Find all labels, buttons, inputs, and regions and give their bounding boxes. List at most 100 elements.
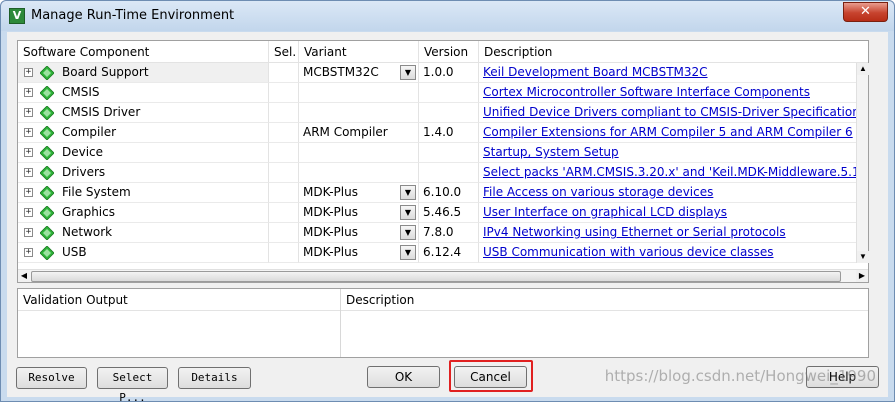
component-description-link[interactable]: Unified Device Drivers compliant to CMSI…	[483, 105, 856, 119]
variant-dropdown-arrow-icon[interactable]: ▼	[400, 205, 416, 220]
component-name: Board Support	[62, 65, 149, 79]
component-sel-cell[interactable]	[269, 103, 299, 123]
component-name: USB	[62, 245, 87, 259]
variant-dropdown-arrow-icon[interactable]: ▼	[400, 65, 416, 80]
table-row[interactable]: + Compiler ARM Compiler 1.4.0 Compiler Exten…	[18, 123, 856, 143]
component-variant-cell[interactable]: MCBSTM32C ▼	[299, 63, 419, 83]
component-variant-cell	[299, 143, 419, 163]
column-header-version[interactable]: Version	[419, 41, 479, 63]
component-description-link[interactable]: User Interface on graphical LCD displays	[483, 205, 727, 219]
expand-icon[interactable]: +	[24, 108, 33, 117]
expand-icon[interactable]: +	[24, 248, 33, 257]
variant-dropdown-arrow-icon[interactable]: ▼	[400, 185, 416, 200]
component-description-link[interactable]: USB Communication with various device cl…	[483, 245, 774, 259]
column-header-sel[interactable]: Sel.	[269, 41, 299, 63]
component-sel-cell[interactable]	[269, 83, 299, 103]
column-header-validation-output[interactable]: Validation Output	[18, 289, 340, 311]
expand-icon[interactable]: +	[24, 88, 33, 97]
component-sel-cell[interactable]	[269, 183, 299, 203]
component-version	[419, 103, 479, 123]
component-description-link[interactable]: Select packs 'ARM.CMSIS.3.20.x' and 'Kei…	[483, 165, 856, 179]
component-sel-cell[interactable]	[269, 163, 299, 183]
ok-button[interactable]: OK	[367, 366, 440, 388]
component-name-cell[interactable]: + USB	[18, 243, 269, 263]
component-sel-cell[interactable]	[269, 243, 299, 263]
component-description-cell: File Access on various storage devices	[479, 183, 856, 203]
expand-icon[interactable]: +	[24, 68, 33, 77]
table-row[interactable]: + File System MDK-Plus ▼ 6.10.0 File Access o…	[18, 183, 856, 203]
component-description-link[interactable]: Startup, System Setup	[483, 145, 619, 159]
component-name: CMSIS	[62, 85, 100, 99]
expand-icon[interactable]: +	[24, 128, 33, 137]
component-name-cell[interactable]: + Board Support	[18, 63, 269, 83]
variant-dropdown-arrow-icon[interactable]: ▼	[400, 225, 416, 240]
component-description-link[interactable]: Compiler Extensions for ARM Compiler 5 a…	[483, 125, 853, 139]
expand-icon[interactable]: +	[24, 208, 33, 217]
component-icon	[40, 206, 54, 220]
scroll-down-arrow-icon[interactable]: ▼	[857, 251, 869, 263]
component-horizontal-scrollbar[interactable]: ◀ ▶	[18, 269, 868, 282]
table-row[interactable]: + CMSIS Cortex Microcontroller Software In…	[18, 83, 856, 103]
close-window-button[interactable]: ✕	[843, 2, 888, 22]
component-sel-cell[interactable]	[269, 143, 299, 163]
component-version	[419, 83, 479, 103]
component-table-header: Software Component Sel. Variant Version …	[18, 41, 868, 63]
keil-app-icon: V	[9, 8, 25, 24]
component-variant-cell[interactable]: MDK-Plus ▼	[299, 203, 419, 223]
component-icon	[40, 146, 54, 160]
table-row[interactable]: + CMSIS Driver Unified Device Drivers comp…	[18, 103, 856, 123]
component-name-cell[interactable]: + Graphics	[18, 203, 269, 223]
expand-icon[interactable]: +	[24, 168, 33, 177]
horizontal-scroll-thumb[interactable]	[31, 271, 841, 282]
expand-icon[interactable]: +	[24, 228, 33, 237]
details-button[interactable]: Details	[178, 367, 251, 389]
component-version: 6.12.4	[419, 243, 479, 263]
component-sel-cell[interactable]	[269, 123, 299, 143]
expand-icon[interactable]: +	[24, 188, 33, 197]
scroll-left-arrow-icon[interactable]: ◀	[18, 270, 30, 282]
component-sel-cell[interactable]	[269, 223, 299, 243]
component-name-cell[interactable]: + Drivers	[18, 163, 269, 183]
component-variant-cell[interactable]: MDK-Plus ▼	[299, 183, 419, 203]
column-header-software-component[interactable]: Software Component	[18, 41, 269, 63]
component-version: 1.4.0	[419, 123, 479, 143]
component-name-cell[interactable]: + Compiler	[18, 123, 269, 143]
variant-dropdown-arrow-icon[interactable]: ▼	[400, 245, 416, 260]
table-row[interactable]: + Board Support MCBSTM32C ▼ 1.0.0 Keil Develo…	[18, 63, 856, 83]
component-vertical-scrollbar[interactable]: ▲ ▼	[856, 63, 869, 263]
component-icon	[40, 86, 54, 100]
column-header-variant[interactable]: Variant	[299, 41, 419, 63]
column-header-validation-description[interactable]: Description	[341, 289, 868, 311]
component-name-cell[interactable]: + CMSIS Driver	[18, 103, 269, 123]
component-version: 5.46.5	[419, 203, 479, 223]
validation-header: Validation Output Description	[18, 289, 868, 311]
component-description-link[interactable]: File Access on various storage devices	[483, 185, 713, 199]
component-name-cell[interactable]: + Network	[18, 223, 269, 243]
table-row[interactable]: + USB MDK-Plus ▼ 6.12.4 USB Communication wit…	[18, 243, 856, 263]
table-row[interactable]: + Graphics MDK-Plus ▼ 5.46.5 User Interface o…	[18, 203, 856, 223]
component-description-cell: IPv4 Networking using Ethernet or Serial…	[479, 223, 856, 243]
component-variant-cell[interactable]: MDK-Plus ▼	[299, 223, 419, 243]
table-row[interactable]: + Device Startup, System Setup	[18, 143, 856, 163]
title-bar[interactable]: V Manage Run-Time Environment ✕	[1, 1, 894, 31]
component-description-link[interactable]: Cortex Microcontroller Software Interfac…	[483, 85, 810, 99]
component-sel-cell[interactable]	[269, 203, 299, 223]
expand-icon[interactable]: +	[24, 148, 33, 157]
scroll-up-arrow-icon[interactable]: ▲	[857, 63, 869, 75]
table-row[interactable]: + Drivers Select packs 'ARM.CMSIS.3.20.x' …	[18, 163, 856, 183]
component-variant-cell[interactable]: MDK-Plus ▼	[299, 243, 419, 263]
component-sel-cell[interactable]	[269, 63, 299, 83]
component-name-cell[interactable]: + File System	[18, 183, 269, 203]
validation-output-panel: Validation Output Description	[17, 288, 869, 358]
component-description-cell: Keil Development Board MCBSTM32C	[479, 63, 856, 83]
column-header-description[interactable]: Description	[479, 41, 868, 63]
component-description-link[interactable]: IPv4 Networking using Ethernet or Serial…	[483, 225, 786, 239]
table-row[interactable]: + Network MDK-Plus ▼ 7.8.0 IPv4 Networking us…	[18, 223, 856, 243]
component-description-link[interactable]: Keil Development Board MCBSTM32C	[483, 65, 708, 79]
component-name-cell[interactable]: + CMSIS	[18, 83, 269, 103]
select-packs-button[interactable]: Select P...	[97, 367, 168, 404]
scroll-right-arrow-icon[interactable]: ▶	[856, 270, 868, 282]
component-variant: MDK-Plus	[303, 225, 358, 239]
component-name-cell[interactable]: + Device	[18, 143, 269, 163]
resolve-button[interactable]: Resolve	[16, 367, 87, 389]
